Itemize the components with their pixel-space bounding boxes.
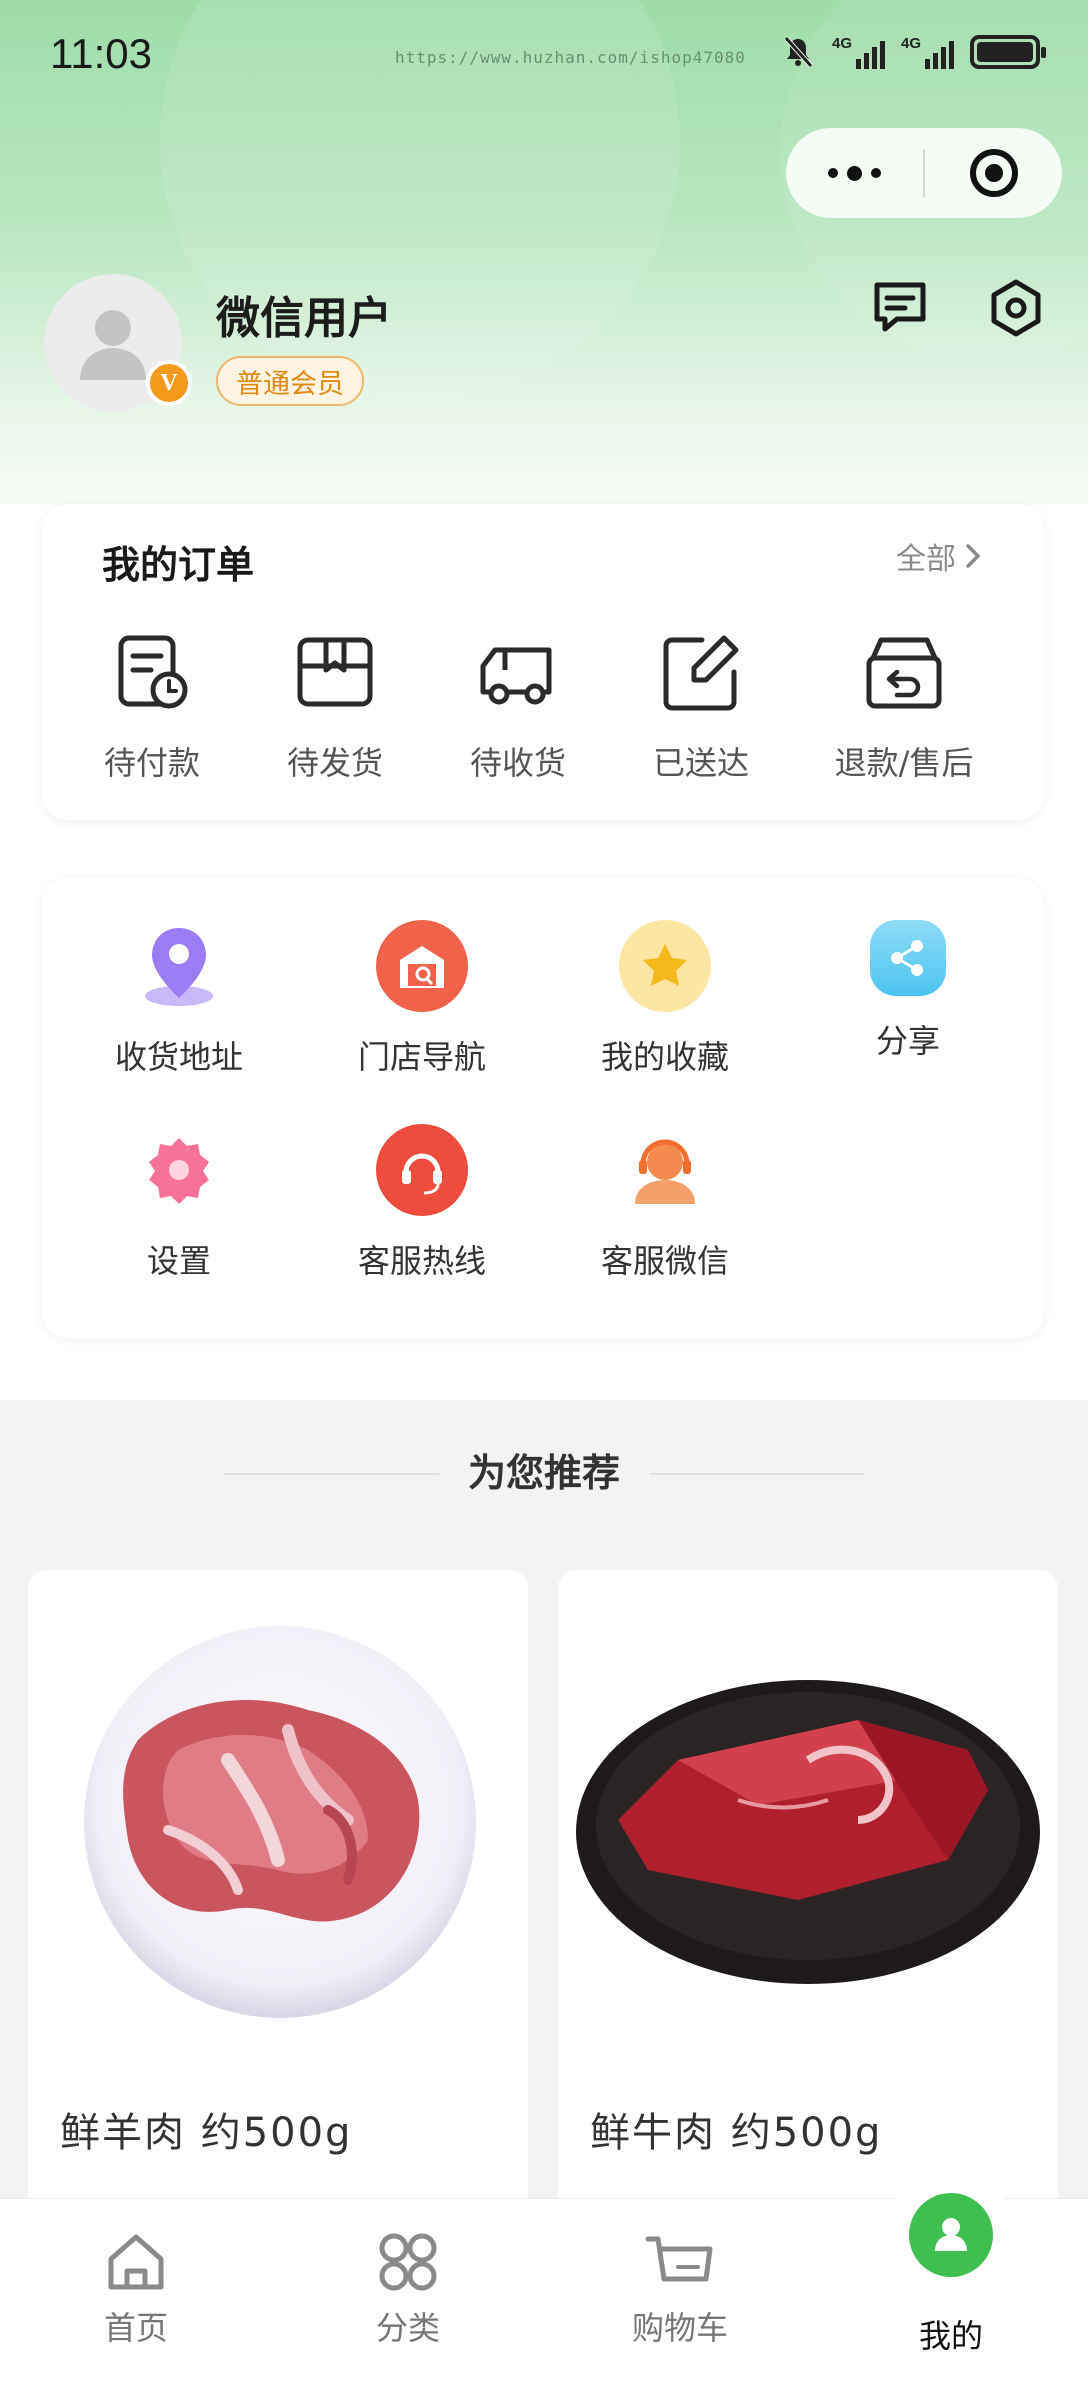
target-icon [969, 149, 1018, 197]
order-refund[interactable]: 退款/售后 [814, 630, 994, 784]
tool-settings[interactable]: 设置 [79, 1124, 279, 1282]
tools-card: 收货地址 门店导航 我的收藏 分享 设置 客服热线 客服微信 [42, 878, 1044, 1338]
tab-mine[interactable]: 我的 [871, 2303, 1031, 2357]
order-pending-receipt[interactable]: 待收货 [428, 630, 608, 784]
status-url: https://www.huzhan.com/ishop47080 [395, 48, 746, 67]
pending-receipt-icon [480, 647, 552, 705]
battery-icon [970, 35, 1046, 69]
status-bar: 11:03 https://www.huzhan.com/ishop47080 … [0, 0, 1088, 110]
star-icon [619, 920, 711, 1012]
recommend-title: 为您推荐 [467, 1451, 620, 1495]
share-icon [870, 920, 946, 996]
message-button[interactable] [868, 276, 932, 340]
tool-hotline[interactable]: 客服热线 [322, 1124, 522, 1282]
product-name: 鲜羊肉 约500g [60, 2110, 353, 2156]
close-miniprogram-button[interactable] [925, 128, 1062, 218]
settings-button[interactable] [984, 276, 1048, 340]
refund-icon [866, 637, 942, 709]
hotline-icon [376, 1124, 468, 1216]
store-icon [376, 920, 468, 1012]
miniprogram-capsule [786, 128, 1062, 218]
orders-all-link[interactable]: 全部 [896, 534, 982, 578]
chevron-right-icon [966, 544, 980, 568]
order-delivered[interactable]: 已送达 [611, 630, 791, 784]
divider-right [650, 1473, 865, 1475]
order-pending-payment[interactable]: 待付款 [62, 630, 242, 784]
tab-category[interactable]: 分类 [328, 2229, 488, 2349]
settings-icon [133, 1124, 225, 1216]
tool-favorites[interactable]: 我的收藏 [565, 920, 765, 1078]
tool-store-navigation[interactable]: 门店导航 [322, 920, 522, 1078]
default-avatar-icon [80, 310, 146, 380]
orders-title: 我的订单 [102, 543, 255, 587]
more-menu-button[interactable] [786, 128, 923, 218]
order-pending-shipment[interactable]: 待发货 [245, 630, 425, 784]
gear-icon [991, 279, 1041, 337]
more-dots-icon [828, 165, 881, 181]
mute-bell-icon [784, 36, 813, 68]
customer-service-icon [619, 1124, 711, 1216]
status-time: 11:03 [50, 30, 152, 77]
member-level-tag[interactable]: 普通会员 [216, 356, 364, 406]
tool-share[interactable]: 分享 [808, 920, 1008, 1062]
lamb-meat-image [84, 1626, 476, 2018]
signal-icon: 4G [832, 35, 885, 69]
status-icons: 4G 4G [780, 34, 1046, 70]
user-name[interactable]: 微信用户 [216, 282, 392, 346]
cart-icon [645, 2236, 713, 2282]
user-icon [935, 2218, 967, 2251]
tool-customer-wechat[interactable]: 客服微信 [565, 1124, 765, 1282]
product-name: 鲜牛肉 约500g [590, 2110, 883, 2156]
message-icon [874, 282, 926, 332]
pending-shipment-icon [297, 637, 373, 707]
home-icon [108, 2234, 164, 2290]
vip-badge: V [146, 360, 192, 406]
orders-card: 我的订单 全部 待付款 待发货 待收货 已送达 退款/售后 [42, 504, 1044, 820]
tab-cart[interactable]: 购物车 [600, 2229, 760, 2349]
tool-address[interactable]: 收货地址 [79, 920, 279, 1078]
category-icon [379, 2233, 437, 2291]
tab-home[interactable]: 首页 [56, 2229, 216, 2349]
location-icon [133, 920, 225, 1012]
signal-icon-2: 4G [901, 35, 954, 69]
beef-image [576, 1680, 1040, 1984]
tab-mine-icon-bubble[interactable] [886, 2170, 1016, 2300]
pending-payment-icon [118, 635, 188, 709]
delivered-icon [663, 635, 739, 711]
